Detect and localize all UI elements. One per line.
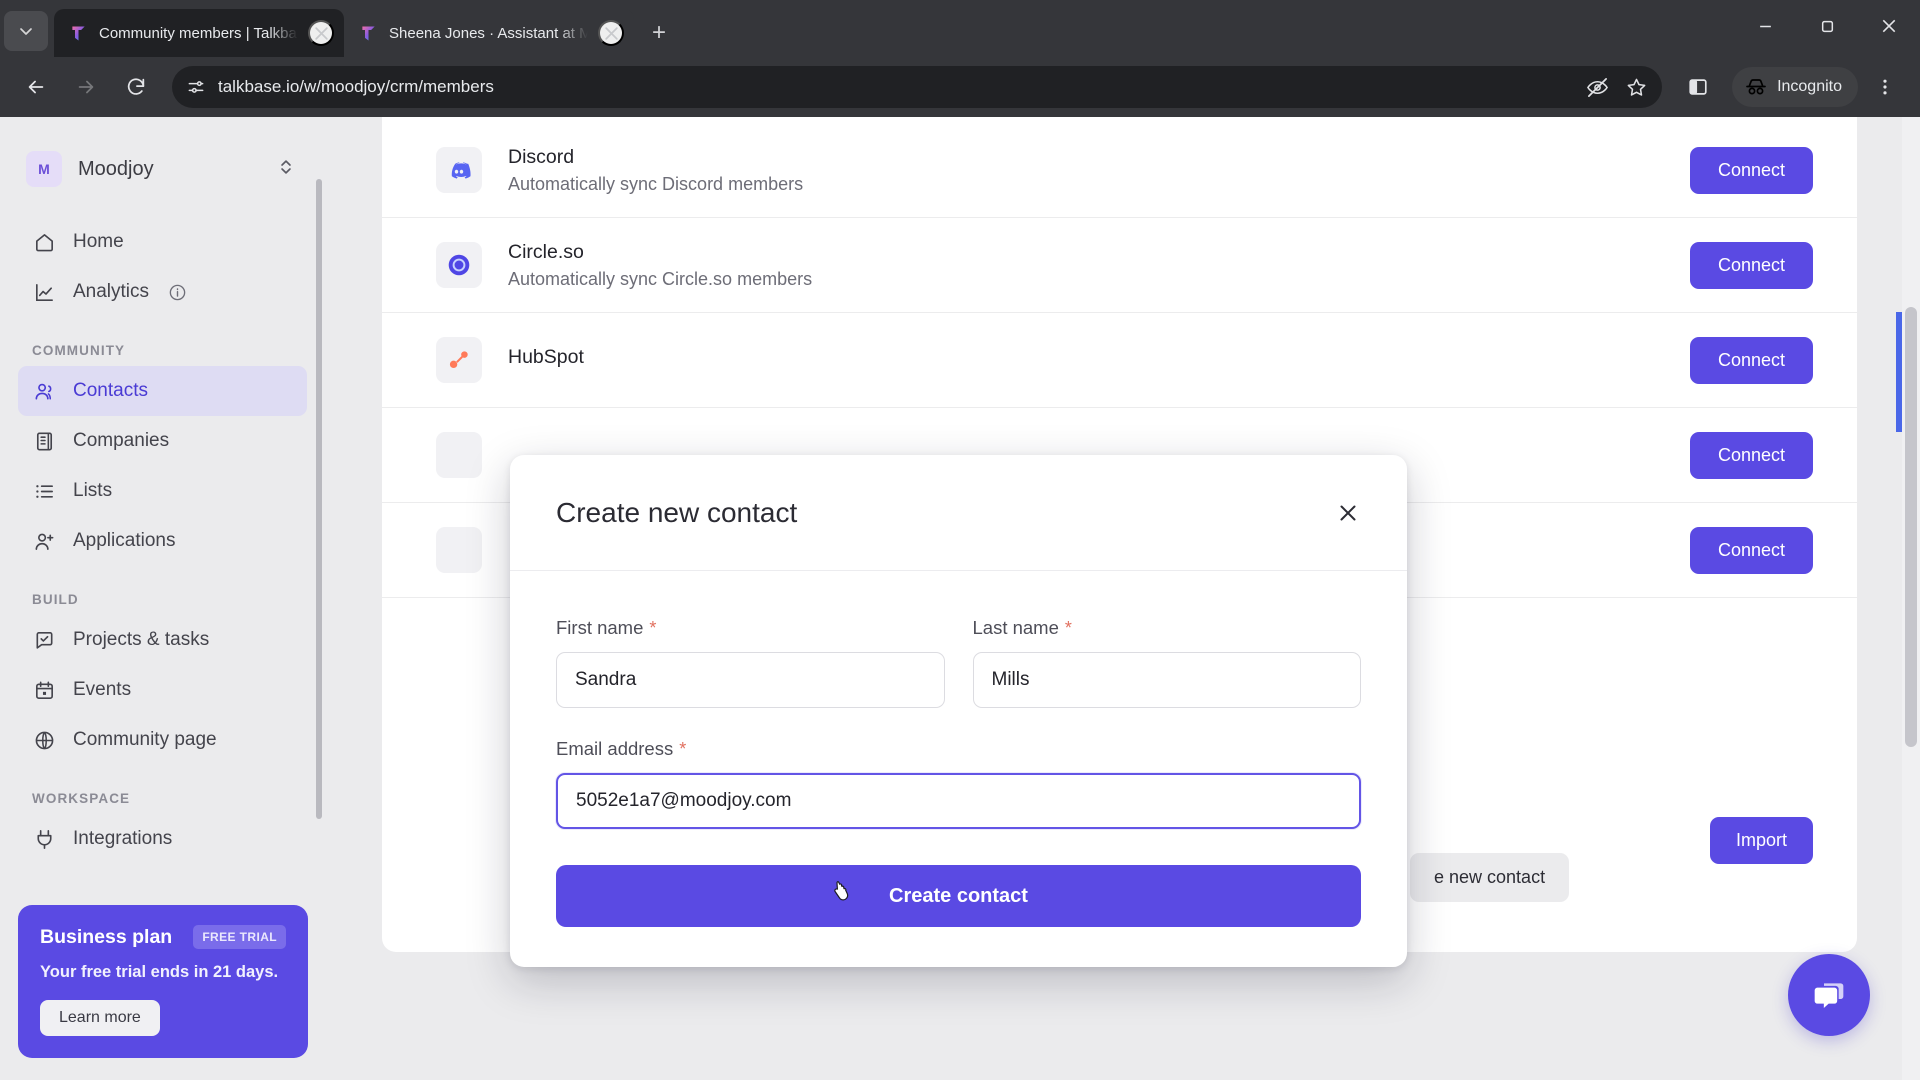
new-tab-button[interactable]: +: [642, 16, 676, 50]
omnibox-actions: [1586, 76, 1648, 99]
last-name-label: Last name *: [973, 617, 1362, 639]
forward-button[interactable]: [64, 65, 108, 109]
side-panel-button[interactable]: [1676, 65, 1720, 109]
url-text: talkbase.io/w/moodjoy/crm/members: [218, 77, 494, 96]
browser-toolbar: talkbase.io/w/moodjoy/crm/members Incogn…: [0, 57, 1920, 117]
first-name-field: First name *: [556, 617, 945, 708]
last-name-label-text: Last name: [972, 617, 1059, 638]
incognito-label: Incognito: [1777, 78, 1842, 95]
close-icon: [1340, 505, 1356, 520]
browser-menu-button[interactable]: [1864, 66, 1906, 108]
tab-close-button[interactable]: [308, 20, 334, 46]
window-controls: [1734, 0, 1920, 52]
minimize-icon: [1759, 25, 1771, 27]
modal-layer: Create new contact First name * Sandra L…: [0, 117, 1920, 1080]
close-icon: [1882, 19, 1896, 33]
back-button[interactable]: [14, 65, 58, 109]
chevron-down-icon: [20, 28, 32, 35]
email-label-text: Email address: [556, 738, 674, 759]
tab-title: Community members | Talkbase: [99, 24, 298, 42]
last-name-input[interactable]: [972, 652, 1361, 708]
email-label: Email address *: [556, 738, 1361, 760]
sliders-icon: [188, 81, 204, 93]
email-field: Email address *: [556, 738, 1361, 829]
modal-title: Create new contact: [556, 496, 798, 528]
close-window-button[interactable]: [1858, 0, 1920, 52]
first-name-label: First name *: [556, 617, 945, 639]
browser-window: Community members | Talkbase Sheena Jone…: [0, 0, 1920, 1080]
minimize-button[interactable]: [1734, 0, 1796, 52]
close-icon: [604, 26, 618, 40]
side-panel-icon: [1689, 79, 1707, 95]
last-name-field: Last name *: [972, 617, 1362, 708]
mouse-cursor: [834, 881, 849, 901]
create-contact-modal: Create new contact First name * Sandra L…: [510, 455, 1407, 967]
site-settings-icon[interactable]: [186, 77, 206, 97]
reload-button[interactable]: [114, 65, 158, 109]
create-contact-submit-button[interactable]: Create contact: [556, 865, 1361, 927]
more-vertical-icon: [1883, 79, 1887, 95]
required-asterisk: *: [1064, 618, 1072, 638]
bookmark-icon[interactable]: [1625, 76, 1648, 99]
browser-tab-inactive[interactable]: Sheena Jones · Assistant at Moo: [344, 9, 634, 57]
email-input[interactable]: [556, 773, 1361, 829]
arrow-left-icon: [28, 80, 44, 94]
talkbase-logo-icon: [362, 26, 375, 40]
tab-title: Sheena Jones · Assistant at Moo: [389, 24, 588, 42]
talkbase-logo-icon: [72, 26, 85, 40]
star-icon: [1627, 78, 1646, 96]
first-name-label-text: First name: [556, 617, 644, 638]
tab-search-button[interactable]: [4, 11, 48, 51]
browser-tab-active[interactable]: Community members | Talkbase: [54, 9, 344, 57]
name-fields-row: First name * Last name *: [556, 617, 1361, 708]
required-asterisk: *: [679, 739, 687, 759]
close-icon: [314, 26, 328, 40]
eye-off-icon: [1587, 77, 1609, 97]
tracking-protection-icon[interactable]: [1586, 76, 1609, 99]
tab-strip: Community members | Talkbase Sheena Jone…: [0, 0, 1920, 57]
tab-close-button[interactable]: [598, 20, 624, 46]
required-asterisk: *: [649, 618, 657, 638]
first-name-input[interactable]: [556, 652, 945, 708]
incognito-indicator[interactable]: Incognito: [1732, 67, 1858, 107]
page-viewport: M Moodjoy Home Analytics COMMUNITY Conta…: [0, 117, 1920, 1080]
modal-body: First name * Last name *: [510, 571, 1407, 967]
modal-header: Create new contact: [510, 455, 1407, 571]
incognito-icon: [1746, 79, 1766, 95]
modal-close-button[interactable]: [1329, 494, 1367, 532]
maximize-button[interactable]: [1796, 0, 1858, 52]
address-bar[interactable]: talkbase.io/w/moodjoy/crm/members: [172, 66, 1663, 108]
reload-icon: [127, 78, 145, 95]
arrow-right-icon: [78, 80, 94, 94]
maximize-icon: [1821, 20, 1833, 32]
